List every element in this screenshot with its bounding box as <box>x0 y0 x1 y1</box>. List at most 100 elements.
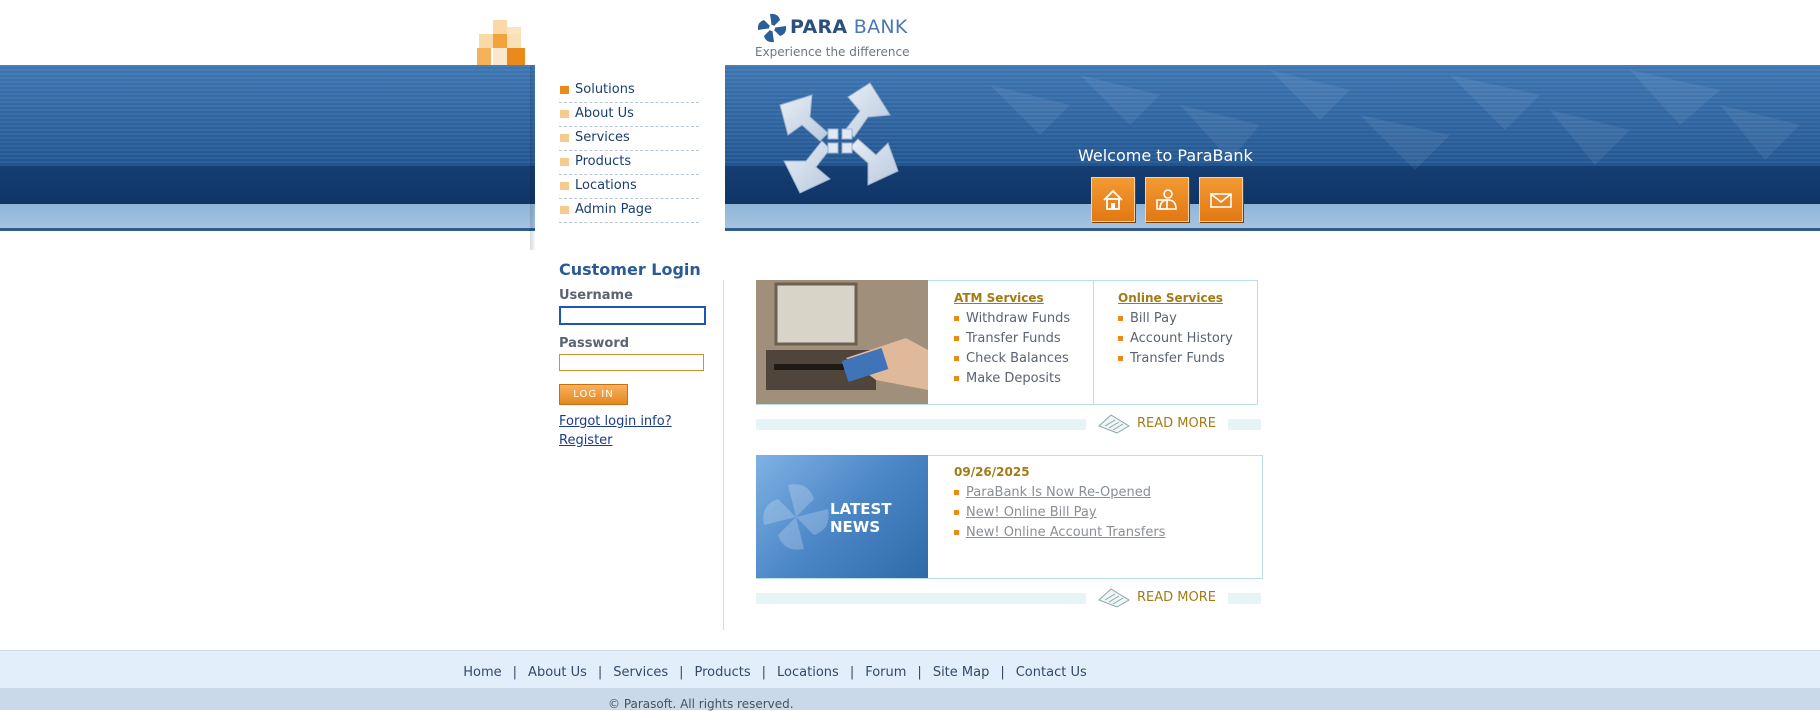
list-item: Bill Pay <box>1118 309 1233 329</box>
home-button[interactable] <box>1091 177 1135 222</box>
footer-link-site-map[interactable]: Site Map <box>933 665 990 680</box>
readmore-bar <box>1228 593 1261 604</box>
footer-link-locations[interactable]: Locations <box>777 665 839 680</box>
footer-link-products[interactable]: Products <box>695 665 751 680</box>
brand-name-light: BANK <box>853 16 908 38</box>
nav-bullet-icon <box>560 134 569 142</box>
brand-name-bold: PARA <box>790 16 848 38</box>
password-label: Password <box>559 336 630 351</box>
hero-arrows-logo-icon <box>779 82 899 194</box>
banner-arrows-decoration <box>990 70 1800 170</box>
nav-item-label: Locations <box>575 178 637 193</box>
contact-button[interactable] <box>1199 177 1243 222</box>
footer-nav: Home | About Us | Services | Products | Location… <box>463 665 1087 680</box>
latest-news-label-line2: NEWS <box>830 518 881 536</box>
list-item-label: Make Deposits <box>966 371 1061 386</box>
list-item: Account History <box>1118 329 1233 349</box>
bullet-icon <box>954 336 959 341</box>
footer-band-lower <box>0 688 1820 710</box>
footer-link-contact-us[interactable]: Contact Us <box>1016 665 1087 680</box>
news-item-label: New! Online Account Transfers <box>966 525 1166 540</box>
nav-bullet-icon <box>560 110 569 118</box>
brand-name[interactable]: PARA BANK <box>790 16 908 38</box>
footer-link-forum[interactable]: Forum <box>865 665 906 680</box>
read-more-icon <box>1098 588 1130 608</box>
footer-link-services[interactable]: Services <box>613 665 668 680</box>
atm-photo <box>756 280 928 404</box>
list-item: Transfer Funds <box>954 329 1070 349</box>
login-button[interactable]: LOG IN <box>559 384 628 405</box>
news-list: ParaBank Is Now Re-Opened New! Online Bi… <box>954 483 1165 543</box>
list-item: Transfer Funds <box>1118 349 1233 369</box>
nav-item-solutions[interactable]: Solutions <box>559 79 699 103</box>
read-more-icon <box>1098 414 1130 434</box>
bullet-icon <box>1118 316 1123 321</box>
nav-bullet-icon <box>560 206 569 214</box>
username-field[interactable] <box>559 306 706 325</box>
atm-services-link[interactable]: ATM Services <box>954 291 1044 305</box>
latest-news-label-line1: LATEST <box>830 500 892 518</box>
news-item-link[interactable]: New! Online Account Transfers <box>954 523 1165 543</box>
read-more-label: READ MORE <box>1137 589 1216 605</box>
bullet-icon <box>954 530 959 535</box>
footer-link-home[interactable]: Home <box>463 665 501 680</box>
list-item: Check Balances <box>954 349 1070 369</box>
list-item-label: Transfer Funds <box>1130 351 1225 366</box>
nav-item-products[interactable]: Products <box>559 151 699 175</box>
forgot-login-link[interactable]: Forgot login info? <box>559 414 672 429</box>
parabank-logo-icon[interactable] <box>756 12 788 44</box>
nav-item-locations[interactable]: Locations <box>559 175 699 199</box>
footer-link-about-us[interactable]: About Us <box>528 665 587 680</box>
news-item-link[interactable]: ParaBank Is Now Re-Opened <box>954 483 1165 503</box>
list-item-label: Bill Pay <box>1130 311 1177 326</box>
nav-item-label: Services <box>575 130 630 145</box>
list-item-label: Check Balances <box>966 351 1069 366</box>
header-banner-bottom-line <box>0 228 1820 231</box>
list-item: Make Deposits <box>954 369 1070 389</box>
nav-bullet-icon <box>560 158 569 166</box>
bullet-icon <box>1118 336 1123 341</box>
news-item-label: ParaBank Is Now Re-Opened <box>966 485 1151 500</box>
copyright: © Parasoft. All rights reserved. <box>608 697 794 711</box>
news-date: 09/26/2025 <box>954 465 1030 479</box>
bullet-icon <box>954 356 959 361</box>
news-read-more-link[interactable]: READ MORE <box>1097 586 1216 608</box>
main-nav: Solutions About Us Services Products Loc… <box>559 79 699 223</box>
nav-bullet-icon <box>560 86 569 94</box>
list-item-label: Transfer Funds <box>966 331 1061 346</box>
username-label: Username <box>559 288 633 303</box>
news-item-label: New! Online Bill Pay <box>966 505 1097 520</box>
mail-icon <box>1210 192 1232 208</box>
atm-services-list: Withdraw Funds Transfer Funds Check Bala… <box>954 309 1070 389</box>
services-read-more-link[interactable]: READ MORE <box>1097 412 1216 434</box>
logo-squares-decoration <box>477 20 535 65</box>
bullet-icon <box>954 510 959 515</box>
readmore-bar <box>756 593 1086 604</box>
services-column-divider <box>1093 280 1094 404</box>
bullet-icon <box>954 490 959 495</box>
latest-news-label: LATEST NEWS <box>830 500 892 536</box>
nav-bullet-icon <box>560 182 569 190</box>
list-item: Withdraw Funds <box>954 309 1070 329</box>
nav-item-label: About Us <box>575 106 634 121</box>
nav-item-label: Solutions <box>575 82 635 97</box>
nav-item-admin-page[interactable]: Admin Page <box>559 199 699 223</box>
home-icon <box>1103 189 1123 210</box>
password-field[interactable] <box>559 354 704 371</box>
read-more-label: READ MORE <box>1137 415 1216 431</box>
bullet-icon <box>954 316 959 321</box>
readmore-bar <box>1228 419 1261 430</box>
list-item-label: Withdraw Funds <box>966 311 1071 326</box>
online-services-list: Bill Pay Account History Transfer Funds <box>1118 309 1233 369</box>
about-button[interactable] <box>1145 177 1189 222</box>
news-item-link[interactable]: New! Online Bill Pay <box>954 503 1165 523</box>
bullet-icon <box>954 376 959 381</box>
nav-item-about-us[interactable]: About Us <box>559 103 699 127</box>
welcome-heading: Welcome to ParaBank <box>1078 146 1253 165</box>
readmore-bar <box>756 419 1086 430</box>
register-link[interactable]: Register <box>559 433 613 448</box>
online-services-link[interactable]: Online Services <box>1118 291 1223 305</box>
contact-icon <box>1156 188 1177 210</box>
nav-item-services[interactable]: Services <box>559 127 699 151</box>
content-divider <box>723 280 724 630</box>
